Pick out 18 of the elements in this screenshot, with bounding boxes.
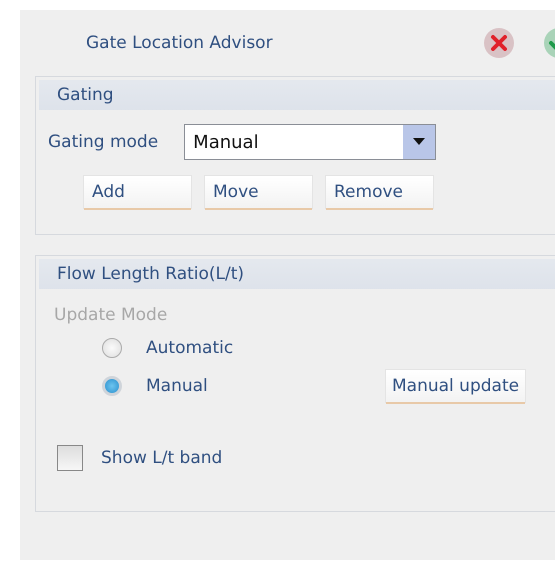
field-label: Gating mode (48, 132, 158, 152)
checkbox-label: Show L/t band (101, 448, 222, 468)
action-button[interactable]: Move (205, 176, 312, 208)
mode-dropdown[interactable]: Manual (184, 124, 436, 160)
action-button[interactable]: Remove (326, 176, 433, 208)
caret-icon (413, 138, 426, 146)
radio-label: Automatic (146, 338, 234, 358)
action-button[interactable]: Add (84, 176, 191, 208)
group-header: Gating (39, 80, 555, 110)
checkbox[interactable] (57, 445, 83, 471)
group-header: Flow Length Ratio(L/t) (39, 259, 555, 289)
close-icon[interactable] (483, 27, 515, 59)
window-title: Gate Location Advisor (86, 33, 274, 53)
manual-update-button[interactable]: Manual update (386, 370, 526, 402)
radio-button[interactable] (102, 338, 122, 358)
radio-button[interactable] (102, 376, 122, 396)
section-label: Update Mode (54, 305, 168, 327)
radio-label: Manual (146, 376, 209, 396)
